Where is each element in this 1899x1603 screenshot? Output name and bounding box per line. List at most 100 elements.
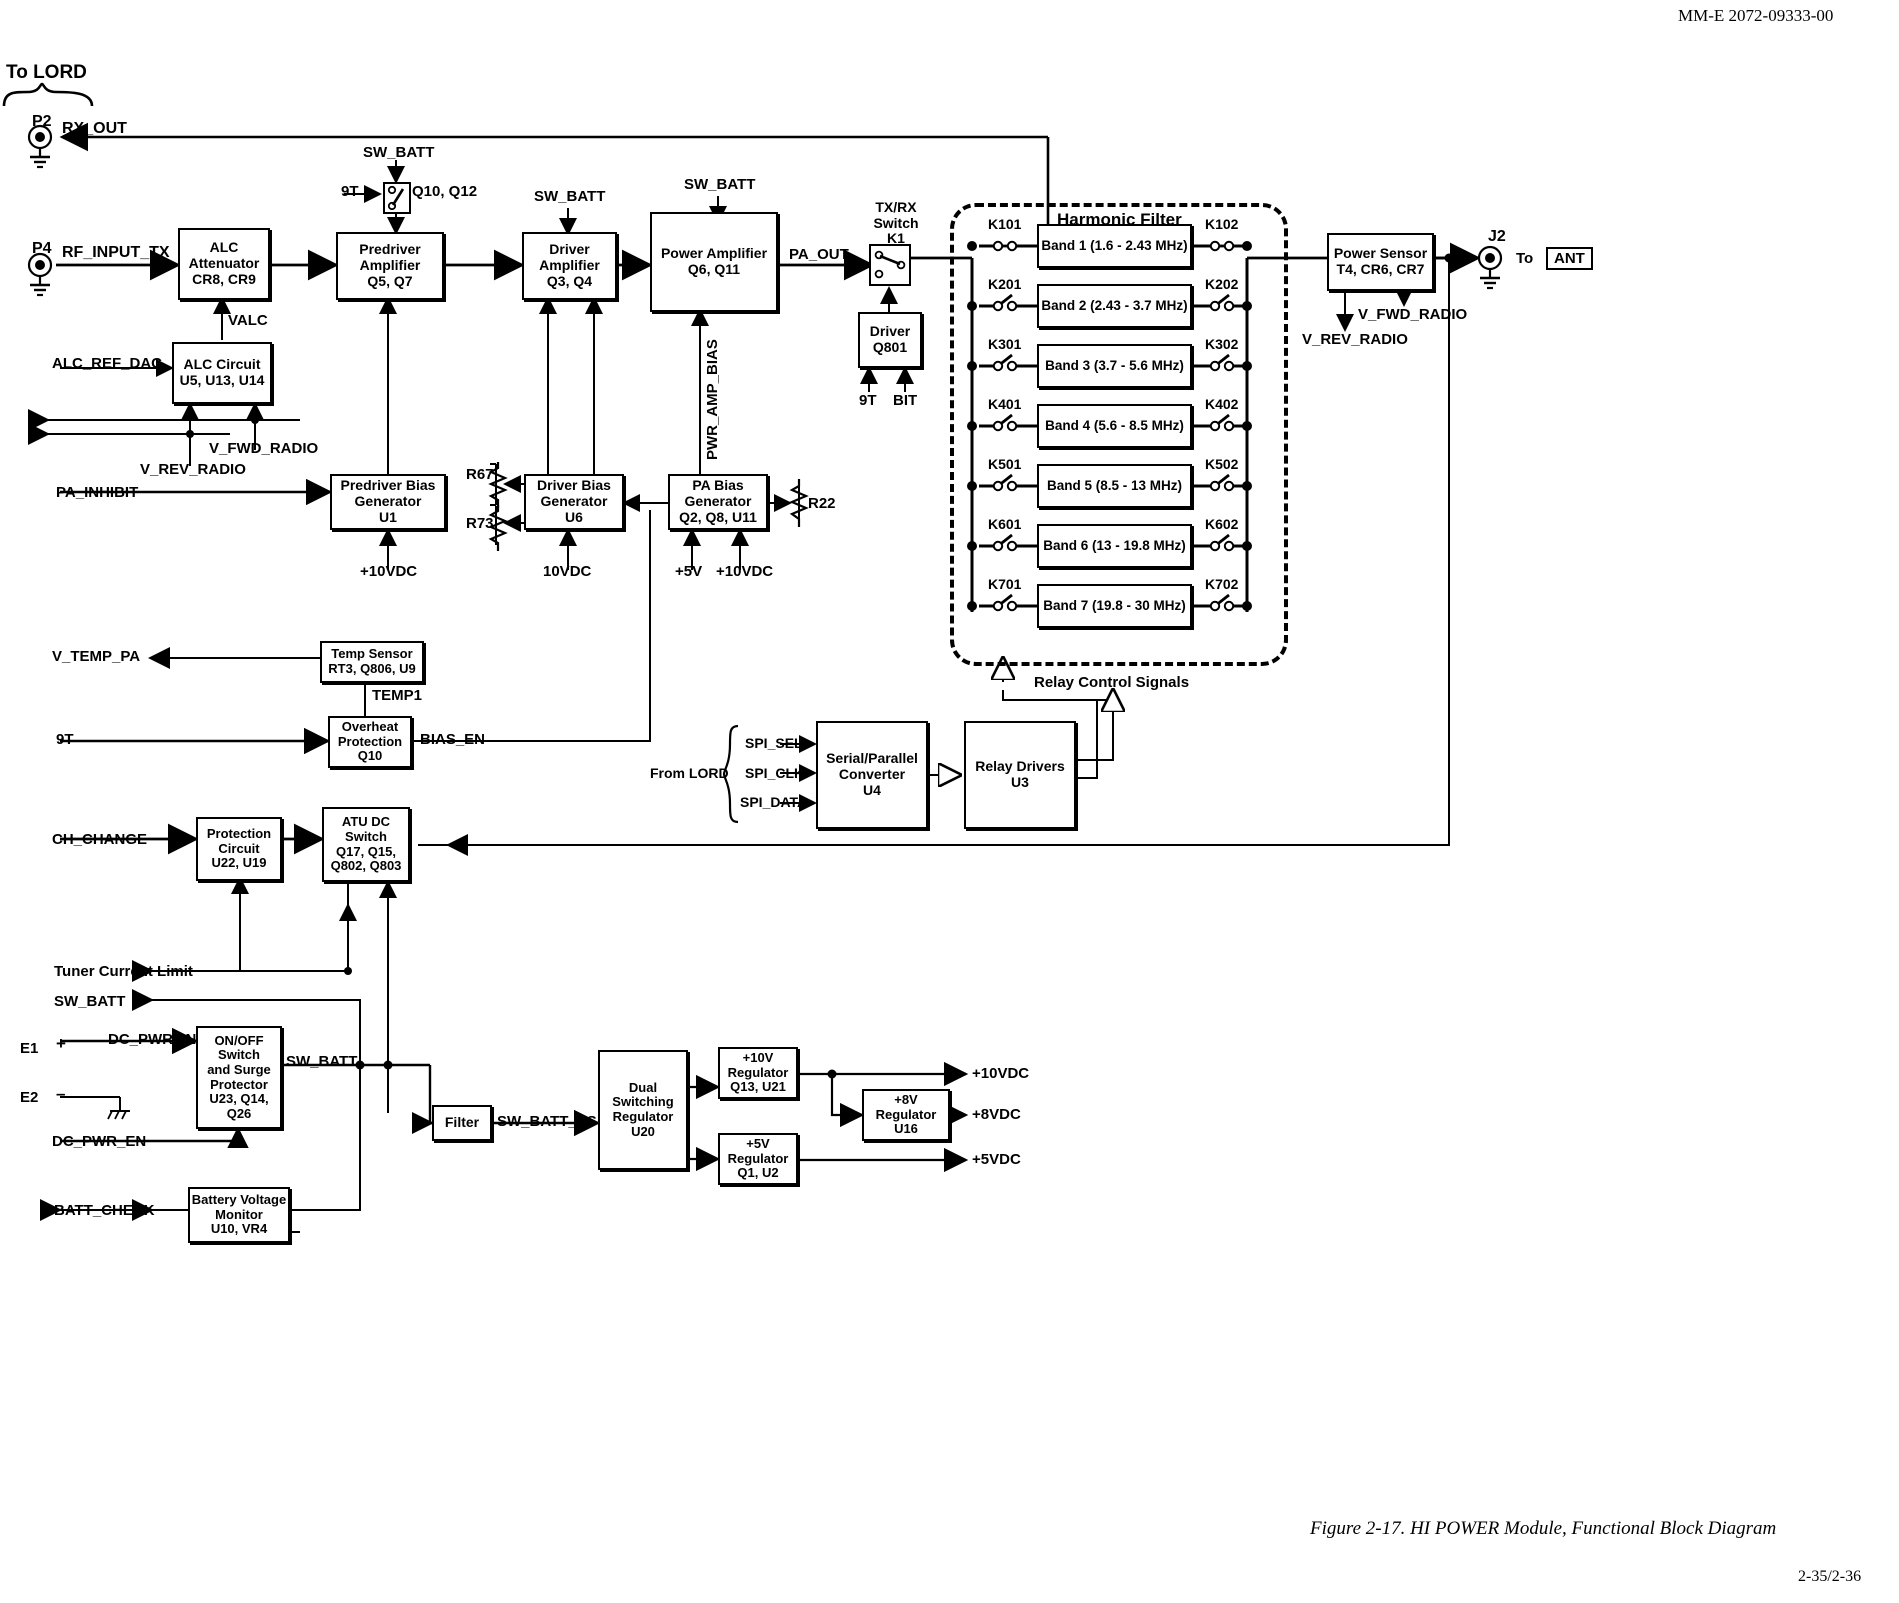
relay-k401[interactable] [979, 413, 1031, 432]
power-amplifier-block: Power Amplifier Q6, Q11 [650, 212, 778, 312]
valc-label: VALC [228, 312, 268, 329]
relay-k301[interactable] [979, 353, 1031, 372]
band-filter-block: Band 5 (8.5 - 13 MHz) [1037, 464, 1192, 508]
relay-k602[interactable] [1196, 533, 1248, 552]
band-relay-in-label: K401 [988, 396, 1022, 412]
relay-k302[interactable] [1196, 353, 1248, 372]
pa-bias-block: PA Bias Generator Q2, Q8, U11 [668, 474, 768, 530]
rx-out-label: RX_OUT [62, 120, 127, 137]
band-filter-label: Band 4 (5.6 - 8.5 MHz) [1045, 418, 1184, 434]
band-filter-block: Band 3 (3.7 - 5.6 MHz) [1037, 344, 1192, 388]
relay-k201[interactable] [979, 293, 1031, 312]
band-filter-block: Band 6 (13 - 19.8 MHz) [1037, 524, 1192, 568]
dc-pwr-in-label: DC_PWR_IN [108, 1031, 197, 1048]
sw-batt-driver-label: SW_BATT [534, 188, 606, 205]
pwr-amp-bias-label: PWR_AMP_BIAS [704, 339, 721, 460]
tx-rx-driver-block: Driver Q801 [858, 312, 922, 368]
bias-en-label: BIAS_EN [420, 731, 486, 748]
relay-k102[interactable] [1196, 240, 1248, 252]
dc-pwr-en-label: DC_PWR_EN [52, 1133, 147, 1150]
relay-k702[interactable] [1196, 593, 1248, 612]
block-diagram-page: MM-E 2072-09333-00 To LORD P2 RX_OUT P4 … [0, 0, 1899, 1603]
power-sensor-block: Power Sensor T4, CR6, CR7 [1327, 233, 1434, 291]
band-filter-block: Band 1 (1.6 - 2.43 MHz) [1037, 224, 1192, 268]
alc-attenuator-block: ALC Attenuator CR8, CR9 [178, 228, 270, 300]
onoff-switch-block: ON/OFF Switch and Surge Protector U23, Q… [196, 1026, 282, 1129]
relay-k101[interactable] [979, 240, 1031, 252]
e2-minus-label: – [56, 1084, 66, 1103]
band-relay-out-label: K702 [1205, 576, 1239, 592]
spi-brace [722, 724, 740, 829]
bit-label: BIT [893, 392, 918, 409]
e1-label: E1 [20, 1040, 39, 1057]
alc-attenuator-text: ALC Attenuator CR8, CR9 [188, 239, 260, 287]
band-relay-out-label: K602 [1205, 516, 1239, 532]
relay-k501[interactable] [979, 473, 1031, 492]
e1-plus-label: + [56, 1034, 66, 1053]
band-filter-block: Band 7 (19.8 - 30 MHz) [1037, 584, 1192, 628]
10vdc-driver-label: 10VDC [543, 563, 592, 580]
band-relay-in-label: K601 [988, 516, 1022, 532]
relay-control-signals-label: Relay Control Signals [1034, 674, 1190, 691]
relay-k202[interactable] [1196, 293, 1248, 312]
alc-ref-dac-label: ALC_REF_DAC [52, 355, 163, 372]
p4-connector [22, 252, 62, 305]
9t-overheat-label: 9T [56, 731, 74, 748]
driver-bias-block: Driver Bias Generator U6 [524, 474, 624, 530]
temp1-label: TEMP1 [372, 687, 423, 704]
band-relay-out-label: K202 [1205, 276, 1239, 292]
j2-connector [1472, 245, 1512, 298]
r73-resistor-icon [488, 505, 508, 558]
tx-rx-switch-title: TX/RX Switch K1 [873, 199, 919, 247]
e2-label: E2 [20, 1089, 39, 1106]
j2-label: J2 [1488, 228, 1506, 245]
tuner-current-limit-label: Tuner Current Limit [54, 963, 193, 980]
out-5vdc-label: +5VDC [972, 1151, 1021, 1168]
overheat-protection-block: Overheat Protection Q10 [328, 716, 412, 768]
rf-input-tx-label: RF_INPUT_TX [62, 244, 170, 261]
band-relay-out-label: K402 [1205, 396, 1239, 412]
v-rev-radio-sensor-label: V_REV_RADIO [1302, 331, 1408, 348]
band-switch-layer [967, 240, 1252, 612]
tx-rx-switch-k1[interactable] [869, 244, 911, 291]
sw-batt-onoff-label: SW_BATT [286, 1053, 358, 1070]
reg-5v-block: +5V Regulator Q1, U2 [718, 1133, 798, 1185]
spi-data-label: SPI_DATA [740, 794, 808, 810]
sw-batt-pa-label: SW_BATT [684, 176, 756, 193]
band-filter-label: Band 3 (3.7 - 5.6 MHz) [1045, 358, 1184, 374]
r22-label: R22 [808, 495, 836, 512]
to-ant-label: To [1516, 250, 1534, 267]
to-lord-label: To LORD [6, 62, 87, 83]
v-fwd-radio-sensor-label: V_FWD_RADIO [1358, 306, 1468, 323]
relay-k502[interactable] [1196, 473, 1248, 492]
relay-k701[interactable] [979, 593, 1031, 612]
band-relay-in-label: K701 [988, 576, 1022, 592]
v-temp-pa-label: V_TEMP_PA [52, 648, 141, 665]
9t-predriver-label: 9T [341, 183, 359, 200]
pa-inhibit-label: PA_INHIBIT [56, 484, 139, 501]
v-fwd-radio-alc-label: V_FWD_RADIO [209, 440, 319, 457]
predriver-amplifier-block: Predriver Amplifier Q5, Q7 [336, 232, 444, 300]
v-rev-radio-alc-label: V_REV_RADIO [140, 461, 246, 478]
dual-switching-regulator-block: Dual Switching Regulator U20 [598, 1050, 688, 1170]
q10-q12-switch[interactable] [383, 182, 411, 219]
pa-out-label: PA_OUT [789, 246, 849, 263]
sw-batt-out-label: SW_BATT [54, 993, 126, 1010]
sw-batt-ps-label: SW_BATT_PS [497, 1113, 597, 1130]
band-relay-out-label: K102 [1205, 216, 1239, 232]
relay-k402[interactable] [1196, 413, 1248, 432]
harmonic-filter-title: Harmonic Filter [1057, 210, 1182, 229]
out-8vdc-label: +8VDC [972, 1106, 1021, 1123]
filter-block: Filter [432, 1105, 492, 1141]
band-filter-label: Band 2 (2.43 - 3.7 MHz) [1041, 298, 1188, 314]
relay-k601[interactable] [979, 533, 1031, 552]
alc-circuit-block: ALC Circuit U5, U13, U14 [172, 342, 272, 404]
band-relay-out-label: K302 [1205, 336, 1239, 352]
atu-dc-switch-block: ATU DC Switch Q17, Q15, Q802, Q803 [322, 807, 410, 882]
band-filter-label: Band 7 (19.8 - 30 MHz) [1043, 598, 1186, 614]
plus10vdc-pa-label: +10VDC [716, 563, 774, 580]
protection-circuit-block: Protection Circuit U22, U19 [196, 817, 282, 881]
ant-terminal: ANT [1546, 247, 1593, 270]
batt-check-label: BATT_CHECK [54, 1202, 155, 1219]
band-relay-out-label: K502 [1205, 456, 1239, 472]
